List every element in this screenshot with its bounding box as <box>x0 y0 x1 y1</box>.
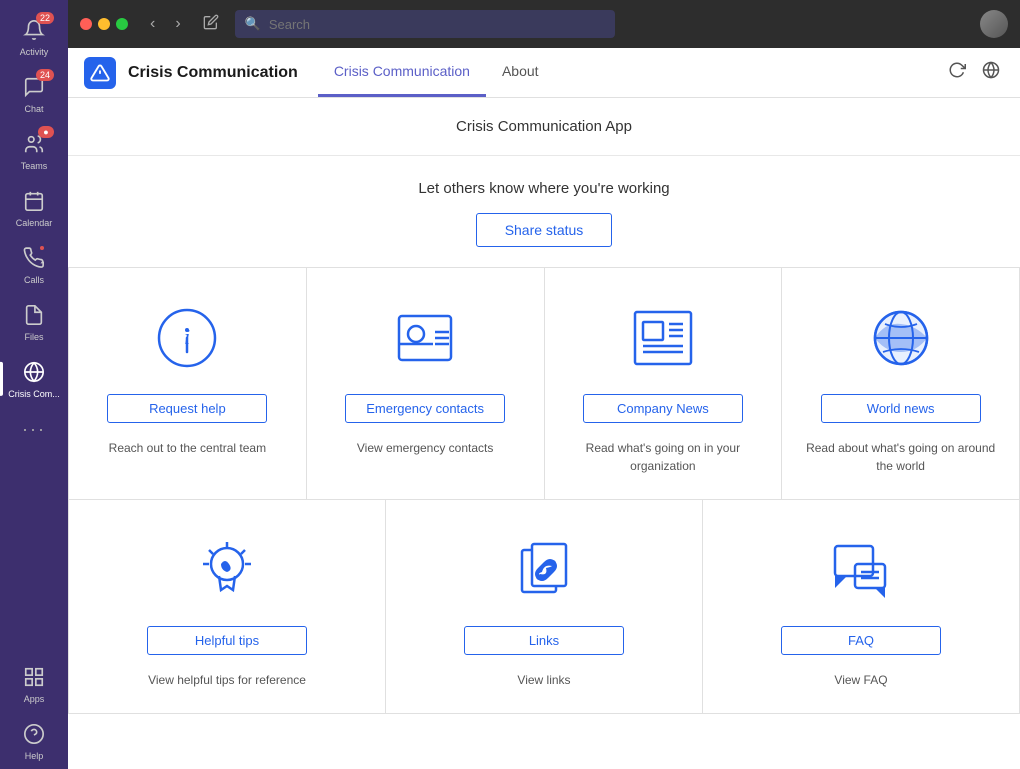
content-inner: Crisis Communication App Let others know… <box>68 98 1020 769</box>
sidebar-item-help[interactable]: Help <box>0 712 68 769</box>
emergency-contacts-icon <box>385 298 465 378</box>
activity-badge: 22 <box>36 12 54 24</box>
search-input[interactable] <box>269 17 605 32</box>
app-title: Crisis Communication <box>128 64 298 82</box>
links-desc: View links <box>517 671 570 689</box>
app-header: Crisis Communication Crisis Communicatio… <box>68 48 1020 98</box>
header-actions <box>944 57 1004 88</box>
emergency-contacts-button[interactable]: Emergency contacts <box>345 394 505 423</box>
calendar-icon <box>20 187 48 215</box>
calls-icon <box>20 244 48 272</box>
main-area: ‹ › 🔍 Crisis Communication Crisis Commun… <box>68 0 1020 769</box>
sidebar-item-activity[interactable]: 22 Activity <box>0 8 68 65</box>
card-emergency-contacts[interactable]: Emergency contacts View emergency contac… <box>307 268 545 500</box>
titlebar: ‹ › 🔍 <box>68 0 1020 48</box>
window-controls <box>80 18 128 30</box>
search-icon: 🔍 <box>245 16 261 32</box>
calls-label: Calls <box>24 275 44 285</box>
share-status-button[interactable]: Share status <box>476 213 613 247</box>
chat-badge: 24 <box>36 69 54 81</box>
faq-icon <box>821 530 901 610</box>
activity-label: Activity <box>20 47 49 57</box>
crisis-label: Crisis Com... <box>8 389 60 399</box>
tab-crisis-communication[interactable]: Crisis Communication <box>318 48 486 97</box>
card-world-news[interactable]: World news Read about what's going on ar… <box>782 268 1020 500</box>
tab-about[interactable]: About <box>486 48 555 97</box>
sidebar-item-chat[interactable]: 24 Chat <box>0 65 68 122</box>
sidebar-item-files[interactable]: Files <box>0 293 68 350</box>
helpful-tips-icon <box>187 530 267 610</box>
company-news-button[interactable]: Company News <box>583 394 743 423</box>
avatar[interactable] <box>980 10 1008 38</box>
compose-button[interactable] <box>195 10 227 39</box>
status-section: Let others know where you're working Sha… <box>68 156 1020 268</box>
helpful-tips-desc: View helpful tips for reference <box>148 671 306 689</box>
company-news-desc: Read what's going on in your organizatio… <box>565 439 762 475</box>
faq-desc: View FAQ <box>834 671 887 689</box>
maximize-window-button[interactable] <box>116 18 128 30</box>
faq-button[interactable]: FAQ <box>781 626 941 655</box>
globe-button[interactable] <box>978 57 1004 88</box>
app-tabs: Crisis Communication About <box>318 48 555 97</box>
calls-dot <box>38 244 46 252</box>
helpful-tips-button[interactable]: Helpful tips <box>147 626 307 655</box>
links-button[interactable]: Links <box>464 626 624 655</box>
calendar-label: Calendar <box>16 218 53 228</box>
cards-grid-row2: Helpful tips View helpful tips for refer… <box>68 500 1020 714</box>
refresh-button[interactable] <box>944 57 970 88</box>
request-help-icon: i <box>147 298 227 378</box>
page-title: Crisis Communication App <box>68 98 1020 156</box>
emergency-contacts-desc: View emergency contacts <box>357 439 494 457</box>
card-links[interactable]: Links View links <box>386 500 703 714</box>
more-icon: ··· <box>20 415 48 443</box>
help-label: Help <box>25 751 44 761</box>
svg-text:i: i <box>184 324 190 349</box>
world-news-desc: Read about what's going on around the wo… <box>802 439 999 475</box>
crisis-icon <box>20 358 48 386</box>
sidebar-item-teams[interactable]: ● Teams <box>0 122 68 179</box>
status-text: Let others know where you're working <box>88 180 1000 197</box>
chat-label: Chat <box>24 104 43 114</box>
minimize-window-button[interactable] <box>98 18 110 30</box>
content-area: Crisis Communication App Let others know… <box>68 98 1020 769</box>
back-button[interactable]: ‹ <box>144 11 161 37</box>
search-bar[interactable]: 🔍 <box>235 10 615 38</box>
sidebar-item-calls[interactable]: Calls <box>0 236 68 293</box>
world-news-button[interactable]: World news <box>821 394 981 423</box>
apps-label: Apps <box>24 694 45 704</box>
sidebar-item-crisis[interactable]: Crisis Com... <box>0 350 68 407</box>
close-window-button[interactable] <box>80 18 92 30</box>
files-icon <box>20 301 48 329</box>
help-icon <box>20 720 48 748</box>
request-help-desc: Reach out to the central team <box>109 439 266 457</box>
sidebar-item-apps[interactable]: Apps <box>0 655 68 712</box>
teams-icon: ● <box>20 130 48 158</box>
sidebar-item-calendar[interactable]: Calendar <box>0 179 68 236</box>
company-news-icon <box>623 298 703 378</box>
sidebar: 22 Activity 24 Chat ● Teams <box>0 0 68 769</box>
sidebar-item-more[interactable]: ··· <box>0 407 68 451</box>
teams-label: Teams <box>21 161 48 171</box>
teams-badge: ● <box>38 126 54 138</box>
apps-icon <box>20 663 48 691</box>
card-faq[interactable]: FAQ View FAQ <box>703 500 1020 714</box>
card-request-help[interactable]: i Request help Reach out to the central … <box>69 268 307 500</box>
files-label: Files <box>24 332 43 342</box>
card-company-news[interactable]: Company News Read what's going on in you… <box>545 268 783 500</box>
activity-icon: 22 <box>20 16 48 44</box>
request-help-button[interactable]: Request help <box>107 394 267 423</box>
cards-grid-row1: i Request help Reach out to the central … <box>68 268 1020 500</box>
links-icon <box>504 530 584 610</box>
card-helpful-tips[interactable]: Helpful tips View helpful tips for refer… <box>69 500 386 714</box>
forward-button[interactable]: › <box>169 11 186 37</box>
chat-icon: 24 <box>20 73 48 101</box>
app-icon <box>84 57 116 89</box>
world-news-icon <box>861 298 941 378</box>
